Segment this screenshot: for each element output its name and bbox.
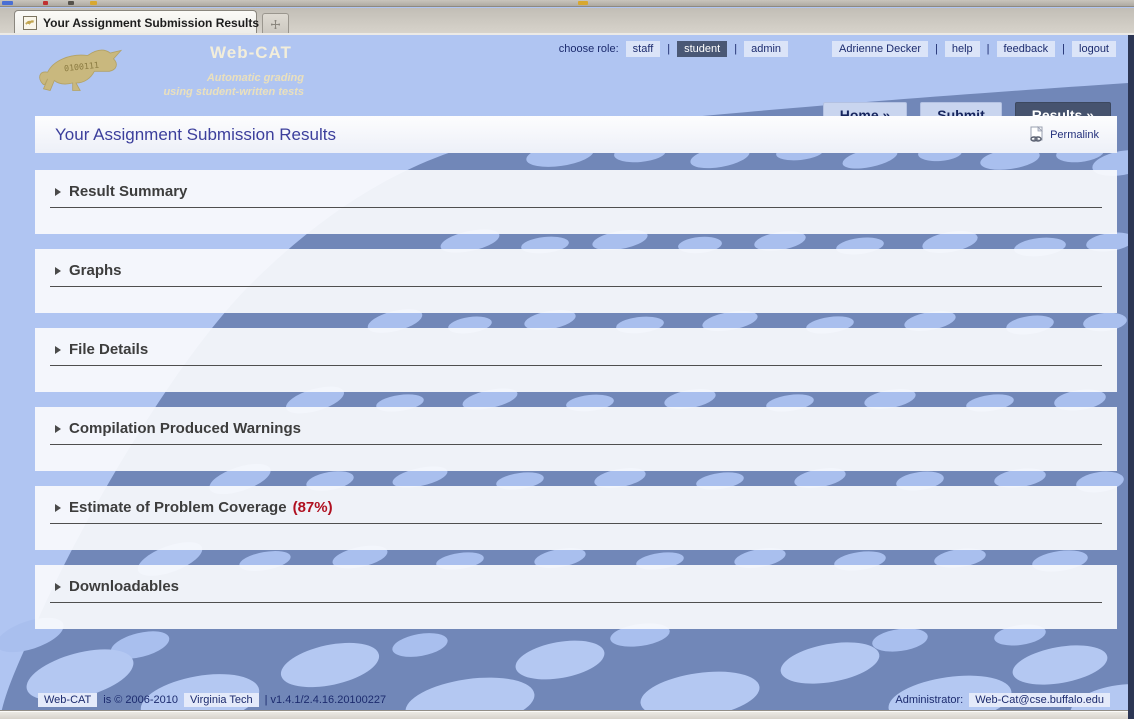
choose-role-label: choose role: (559, 43, 619, 55)
section-toggle[interactable]: Estimate of Problem Coverage (87%) (35, 486, 1117, 516)
section-toggle[interactable]: Result Summary (35, 170, 1117, 200)
browser-status-bar (0, 710, 1128, 719)
section-downloadables: Downloadables (35, 565, 1117, 629)
footer-webcat-link[interactable]: Web-CAT (38, 693, 97, 707)
browser-toolbar-edge (0, 0, 1134, 7)
permalink-label: Permalink (1050, 129, 1099, 141)
footer-right: Administrator: Web-Cat@cse.buffalo.edu (895, 693, 1110, 707)
section-compilation-warnings: Compilation Produced Warnings (35, 407, 1117, 471)
footer-version: | v1.4.1/2.4.16.20100227 (265, 694, 387, 706)
permalink-icon (1028, 126, 1045, 143)
tagline-line2: using student-written tests (138, 85, 304, 99)
page-footer: Web-CAT is © 2006-2010 Virginia Tech | v… (0, 690, 1110, 710)
app-name: Web-CAT (138, 43, 304, 63)
page-title: Your Assignment Submission Results (55, 116, 336, 153)
section-toggle[interactable]: Graphs (35, 249, 1117, 279)
toolbar-icon-fragment (2, 1, 13, 5)
section-title: Result Summary (69, 183, 187, 200)
right-triangle-icon (55, 188, 61, 196)
tab-title: Your Assignment Submission Results (43, 16, 259, 30)
section-problem-coverage: Estimate of Problem Coverage (87%) (35, 486, 1117, 550)
footer-left: Web-CAT is © 2006-2010 Virginia Tech | v… (38, 693, 386, 707)
right-triangle-icon (55, 425, 61, 433)
section-toggle[interactable]: Downloadables (35, 565, 1117, 595)
brand-block: Web-CAT Automatic grading using student-… (138, 43, 304, 99)
permalink-link[interactable]: Permalink (1028, 116, 1099, 153)
section-result-summary: Result Summary (35, 170, 1117, 234)
footer-virginiatech-link[interactable]: Virginia Tech (184, 693, 259, 707)
window-right-edge (1128, 35, 1134, 719)
section-rule (50, 602, 1102, 603)
admin-label: Administrator: (895, 694, 963, 706)
toolbar-icon-fragment (578, 1, 588, 5)
role-admin[interactable]: admin (744, 41, 788, 57)
separator: | (1062, 43, 1065, 55)
section-rule (50, 365, 1102, 366)
section-title: Downloadables (69, 578, 179, 595)
separator: | (987, 43, 990, 55)
webcat-favicon-icon (23, 16, 37, 30)
webcat-cat-logo-icon: 0100111 (36, 43, 136, 103)
section-rule (50, 286, 1102, 287)
move-cross-icon (271, 20, 280, 29)
section-badge: (87%) (293, 499, 333, 516)
browser-tab-bar: Your Assignment Submission Results (0, 8, 1134, 33)
feedback-link[interactable]: feedback (997, 41, 1056, 57)
new-tab-button[interactable] (262, 13, 289, 34)
section-rule (50, 207, 1102, 208)
webcat-page: choose role: staff | student | admin Adr… (0, 35, 1134, 719)
section-title: Graphs (69, 262, 122, 279)
section-graphs: Graphs (35, 249, 1117, 313)
toolbar-icon-fragment (68, 1, 74, 5)
user-name-link[interactable]: Adrienne Decker (832, 41, 928, 57)
section-toggle[interactable]: File Details (35, 328, 1117, 358)
admin-email-link[interactable]: Web-Cat@cse.buffalo.edu (969, 693, 1110, 707)
separator: | (734, 43, 737, 55)
section-rule (50, 523, 1102, 524)
section-title: Estimate of Problem Coverage (69, 499, 287, 516)
role-student[interactable]: student (677, 41, 727, 57)
section-rule (50, 444, 1102, 445)
logout-link[interactable]: logout (1072, 41, 1116, 57)
section-file-details: File Details (35, 328, 1117, 392)
help-link[interactable]: help (945, 41, 980, 57)
browser-tab-active[interactable]: Your Assignment Submission Results (14, 10, 257, 34)
separator: | (667, 43, 670, 55)
right-triangle-icon (55, 583, 61, 591)
right-triangle-icon (55, 504, 61, 512)
separator: | (935, 43, 938, 55)
section-title: File Details (69, 341, 148, 358)
role-staff[interactable]: staff (626, 41, 661, 57)
toolbar-icon-fragment (90, 1, 97, 5)
role-chooser-row: choose role: staff | student | admin Adr… (559, 41, 1116, 57)
toolbar-icon-fragment (43, 1, 48, 5)
page-title-banner: Your Assignment Submission Results Perma… (35, 116, 1117, 153)
section-toggle[interactable]: Compilation Produced Warnings (35, 407, 1117, 437)
right-triangle-icon (55, 346, 61, 354)
footer-copyright: is © 2006-2010 (103, 694, 178, 706)
section-title: Compilation Produced Warnings (69, 420, 301, 437)
browser-window: Your Assignment Submission Results (0, 0, 1134, 719)
right-triangle-icon (55, 267, 61, 275)
tagline-line1: Automatic grading (138, 71, 304, 85)
